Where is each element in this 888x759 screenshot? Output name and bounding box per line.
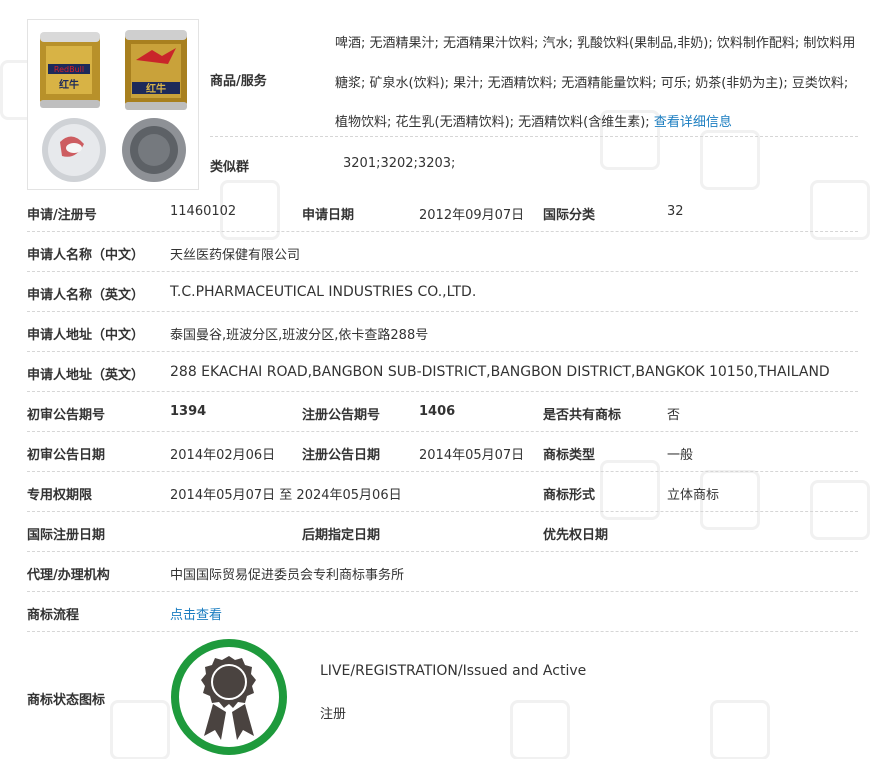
shared-value: 否: [667, 408, 681, 423]
divider: [27, 391, 858, 392]
svg-text:RedBull: RedBull: [54, 65, 84, 74]
reg-no-label: 申请/注册号: [27, 208, 97, 223]
address-cn-value: 泰国曼谷,班波分区,班波分区,依卡查路288号: [170, 328, 429, 343]
divider: [27, 511, 858, 512]
svg-text:红牛: 红牛: [146, 82, 166, 95]
reg-pub-date-label: 注册公告日期: [302, 448, 381, 463]
agency-value: 中国国际贸易促进委员会专利商标事务所: [170, 568, 405, 583]
divider: [27, 631, 858, 632]
reg-no-value: 11460102: [170, 204, 237, 219]
prelim-date-value: 2014年02月06日: [170, 448, 276, 463]
prelim-date-label: 初审公告日期: [27, 448, 106, 463]
goods-label: 商品/服务: [210, 74, 267, 89]
process-label: 商标流程: [27, 608, 80, 623]
priority-date-label: 优先权日期: [543, 528, 609, 543]
reg-pub-no-label: 注册公告期号: [302, 408, 381, 423]
divider: [27, 231, 858, 232]
status-text-cn: 注册: [320, 707, 347, 722]
svg-text:红牛: 红牛: [59, 78, 79, 91]
mark-type-value: 一般: [667, 448, 694, 463]
shared-label: 是否共有商标: [543, 408, 622, 423]
apply-date-label: 申请日期: [302, 208, 355, 223]
intl-class-label: 国际分类: [543, 208, 596, 223]
intl-reg-date-label: 国际注册日期: [27, 528, 106, 543]
reg-pub-no-value: 1406: [419, 404, 456, 419]
goods-detail-link[interactable]: 查看详细信息: [654, 115, 732, 130]
similar-group-label: 类似群: [210, 160, 250, 175]
status-medal-icon: [170, 638, 288, 759]
applicant-en-value: T.C.PHARMACEUTICAL INDUSTRIES CO.,LTD.: [170, 284, 477, 300]
exclusive-period-value: 2014年05月07日 至 2024年05月06日: [170, 488, 402, 503]
divider: [27, 431, 858, 432]
status-text-en: LIVE/REGISTRATION/Issued and Active: [320, 663, 587, 679]
divider: [27, 471, 858, 472]
trademark-detail-page: RedBull 红牛 红牛 商品/服务 啤酒; 无酒精果汁; 无酒精果汁饮料; …: [0, 0, 888, 759]
divider: [27, 311, 858, 312]
address-cn-label: 申请人地址（中文）: [27, 328, 145, 343]
prelim-no-value: 1394: [170, 404, 207, 419]
trademark-image[interactable]: RedBull 红牛 红牛: [27, 19, 199, 190]
redbull-cans-image: RedBull 红牛 红牛: [28, 20, 198, 189]
mark-form-value: 立体商标: [667, 488, 720, 503]
divider: [210, 136, 858, 137]
agency-label: 代理/办理机构: [27, 568, 110, 583]
address-en-label: 申请人地址（英文）: [27, 368, 145, 383]
applicant-en-label: 申请人名称（英文）: [27, 288, 145, 303]
divider: [27, 351, 858, 352]
apply-date-value: 2012年09月07日: [419, 208, 525, 223]
status-label: 商标状态图标: [27, 693, 106, 708]
intl-class-value: 32: [667, 204, 684, 219]
mark-type-label: 商标类型: [543, 448, 596, 463]
divider: [27, 591, 858, 592]
mark-form-label: 商标形式: [543, 488, 596, 503]
similar-group-value: 3201;3202;3203;: [343, 156, 456, 171]
reg-pub-date-value: 2014年05月07日: [419, 448, 525, 463]
goods-list: 啤酒; 无酒精果汁; 无酒精果汁饮料; 汽水; 乳酸饮料(果制品,非奶); 饮料…: [335, 36, 856, 130]
later-designation-label: 后期指定日期: [302, 528, 381, 543]
process-link[interactable]: 点击查看: [170, 604, 222, 623]
address-en-value: 288 EKACHAI ROAD,BANGBON SUB-DISTRICT,BA…: [170, 364, 830, 380]
exclusive-period-label: 专用权期限: [27, 488, 93, 503]
divider: [27, 551, 858, 552]
divider: [27, 271, 858, 272]
prelim-no-label: 初审公告期号: [27, 408, 106, 423]
goods-text: 啤酒; 无酒精果汁; 无酒精果汁饮料; 汽水; 乳酸饮料(果制品,非奶); 饮料…: [335, 24, 860, 143]
applicant-cn-label: 申请人名称（中文）: [27, 248, 145, 263]
applicant-cn-value: 天丝医药保健有限公司: [170, 248, 301, 263]
